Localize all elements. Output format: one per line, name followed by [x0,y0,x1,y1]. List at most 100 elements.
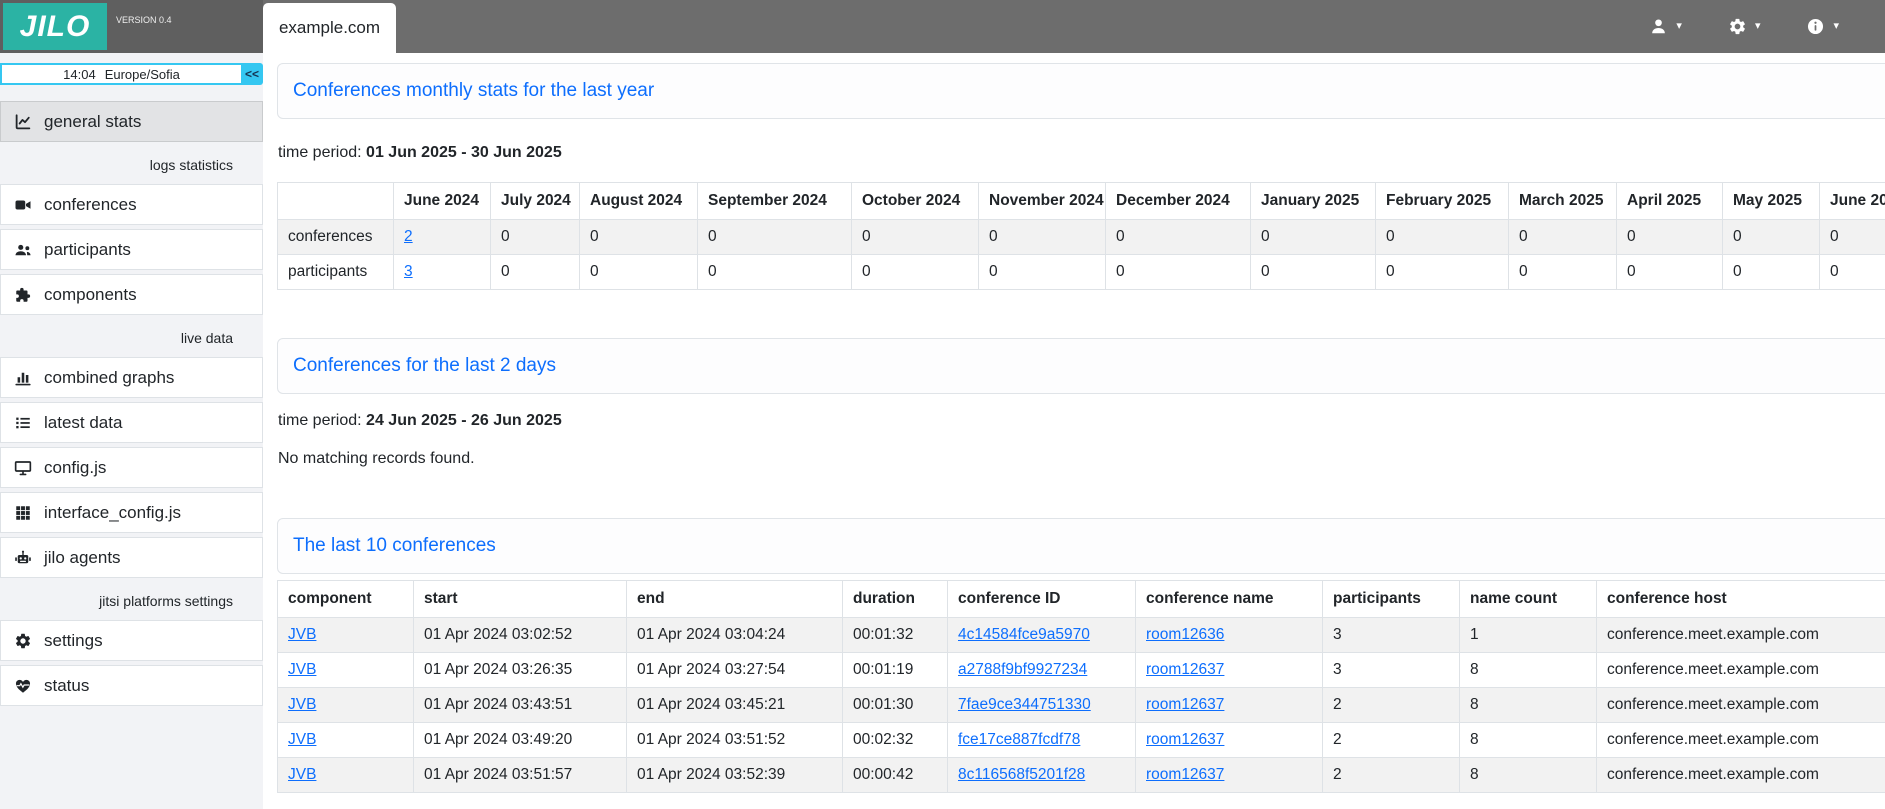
component-link[interactable]: JVB [288,696,316,713]
stat-cell: 0 [979,220,1106,255]
topbar: JILO VERSION 0.4 example.com ▾ ▾ ▾ [0,0,1885,53]
table-body: JVB01 Apr 2024 03:02:5201 Apr 2024 03:04… [278,618,1885,793]
table-body: conferences2000000000000participants3000… [278,220,1885,290]
monthly-stats-row: conferences2000000000000 [278,220,1885,255]
chevron-down-icon: ▾ [1833,21,1839,32]
column-header: duration [843,581,948,618]
sidebar-collapse-button[interactable]: << [241,63,263,85]
column-header: component [278,581,414,618]
stat-cell: 0 [491,220,580,255]
sidebar-item-config-js[interactable]: config.js [0,447,263,488]
time-period-label: time period: [278,144,362,161]
conference-name-link[interactable]: room12637 [1146,696,1224,713]
no-records-message: No matching records found. [278,450,1885,468]
tab-label: example.com [279,18,380,38]
jilo-logo[interactable]: JILO [3,3,107,50]
component-link[interactable]: JVB [288,626,316,643]
cell-participants: 3 [1323,618,1460,653]
row-label: conferences [278,220,394,255]
stat-cell: 0 [1376,255,1509,290]
cell-participants: 2 [1323,723,1460,758]
conference-id-link[interactable]: 7fae9ce344751330 [958,696,1091,713]
participants-count-link[interactable]: 3 [404,263,413,280]
monthly-stats-card: Conferences monthly stats for the last y… [277,63,1885,119]
monthly-time-period: time period: 01 Jun 2025 - 30 Jun 2025 [278,144,1885,162]
month-column-header: July 2024 [491,183,580,220]
component-link[interactable]: JVB [288,731,316,748]
cell-start: 01 Apr 2024 03:43:51 [414,688,627,723]
conference-row: JVB01 Apr 2024 03:02:5201 Apr 2024 03:04… [278,618,1885,653]
cell-duration: 00:01:19 [843,653,948,688]
gear-icon [14,632,32,650]
chevron-down-icon: ▾ [1676,21,1682,32]
cell-conference-host: conference.meet.example.com [1597,653,1885,688]
stat-cell: 0 [1820,220,1885,255]
sidebar-item-jilo-agents[interactable]: jilo agents [0,537,263,578]
row-label-header [278,183,394,220]
sidebar-item-general-stats[interactable]: general stats [0,101,263,142]
cell-conference-host: conference.meet.example.com [1597,723,1885,758]
cell-conference-name: room12637 [1136,688,1323,723]
sidebar-item-label: components [44,285,137,305]
cell-end: 01 Apr 2024 03:27:54 [627,653,843,688]
sidebar-item-label: config.js [44,458,106,478]
user-icon [1649,17,1668,36]
stat-cell: 0 [1617,255,1723,290]
conferences-count-link[interactable]: 2 [404,228,413,245]
cell-participants: 2 [1323,758,1460,793]
topbar-spacer [396,0,1649,53]
component-link[interactable]: JVB [288,661,316,678]
sidebar-item-participants[interactable]: participants [0,229,263,270]
settings-menu[interactable]: ▾ [1728,0,1761,53]
cell-conference-host: conference.meet.example.com [1597,688,1885,723]
conference-name-link[interactable]: room12637 [1146,731,1224,748]
conference-id-link[interactable]: 4c14584fce9a5970 [958,626,1090,643]
month-column-header: March 2025 [1509,183,1617,220]
stat-cell: 0 [698,220,852,255]
sidebar-item-label: status [44,676,89,696]
conference-name-link[interactable]: room12637 [1146,661,1224,678]
stat-cell: 0 [979,255,1106,290]
last-10-conferences-table: componentstartenddurationconference IDco… [277,580,1885,793]
sidebar-item-combined-graphs[interactable]: combined graphs [0,357,263,398]
tab-example-com[interactable]: example.com [263,3,396,53]
stat-cell: 0 [1376,220,1509,255]
month-column-header: June 2025 [1820,183,1885,220]
info-menu[interactable]: ▾ [1806,0,1839,53]
month-column-header: November 2024 [979,183,1106,220]
conference-name-link[interactable]: room12636 [1146,626,1224,643]
stat-cell: 0 [852,220,979,255]
conference-id-link[interactable]: fce17ce887fcdf78 [958,731,1080,748]
conference-name-link[interactable]: room12637 [1146,766,1224,783]
sidebar-item-components[interactable]: components [0,274,263,315]
stat-cell: 0 [1251,255,1376,290]
sidebar-item-status[interactable]: status [0,665,263,706]
sidebar-section-label: live data [0,319,263,357]
sidebar: 14:04 Europe/Sofia << general statslogs … [0,53,263,809]
month-column-header: April 2025 [1617,183,1723,220]
cell-conference-name: room12637 [1136,758,1323,793]
sidebar-item-latest-data[interactable]: latest data [0,402,263,443]
cell-end: 01 Apr 2024 03:04:24 [627,618,843,653]
time-display: 14:04 Europe/Sofia [0,63,241,85]
component-link[interactable]: JVB [288,766,316,783]
conference-row: JVB01 Apr 2024 03:26:3501 Apr 2024 03:27… [278,653,1885,688]
heart-pulse-icon [14,677,32,695]
cell-end: 01 Apr 2024 03:45:21 [627,688,843,723]
last-10-conferences-card: The last 10 conferences [277,518,1885,574]
conference-id-link[interactable]: 8c116568f5201f28 [958,766,1085,783]
stat-cell: 0 [1723,220,1820,255]
cell-participants: 3 [1323,653,1460,688]
monthly-stats-heading: Conferences monthly stats for the last y… [293,80,1885,102]
last-2-days-heading: Conferences for the last 2 days [293,355,1885,377]
user-menu[interactable]: ▾ [1649,0,1682,53]
sidebar-item-conferences[interactable]: conferences [0,184,263,225]
sidebar-item-interface-config-js[interactable]: interface_config.js [0,492,263,533]
sidebar-item-settings[interactable]: settings [0,620,263,661]
cell-component: JVB [278,758,414,793]
desktop-icon [14,459,32,477]
month-column-header: February 2025 [1376,183,1509,220]
sidebar-item-label: settings [44,631,103,651]
cell-name-count: 8 [1460,688,1597,723]
conference-id-link[interactable]: a2788f9bf9927234 [958,661,1087,678]
